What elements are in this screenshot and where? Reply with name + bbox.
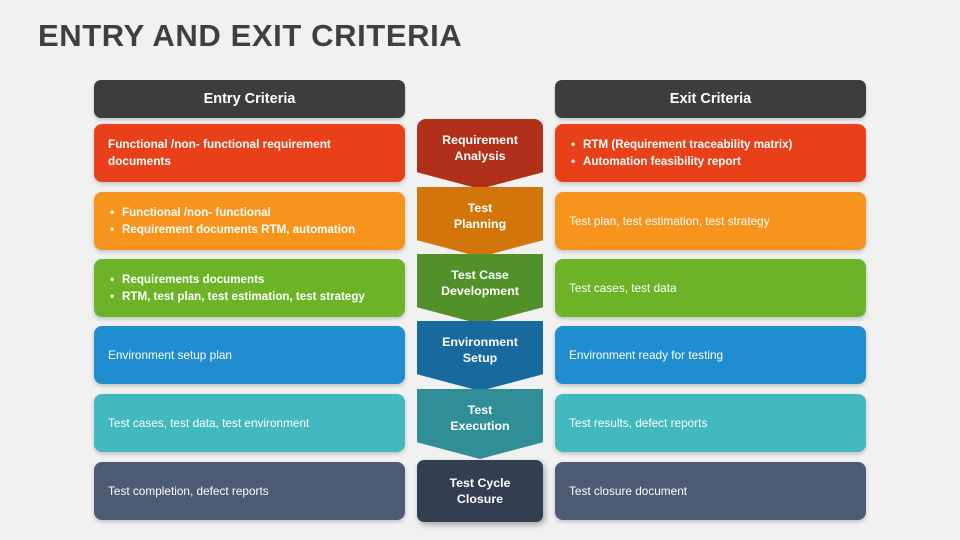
exit-criteria-card: Test closure document: [555, 462, 866, 520]
exit-criteria-line: Test closure document: [569, 483, 688, 498]
entry-criteria-line: Requirements documents: [108, 271, 391, 288]
page-title: ENTRY AND EXIT CRITERIA: [38, 18, 463, 53]
entry-criteria-card: Test cases, test data, test environment: [94, 394, 405, 452]
entry-criteria-line: documents: [108, 154, 171, 168]
exit-criteria-card: Test plan, test estimation, test strateg…: [555, 192, 866, 250]
stage-label-line: Requirement: [442, 133, 518, 147]
entry-criteria-line: Requirement documents RTM, automation: [108, 221, 391, 238]
entry-criteria-card: Test completion, defect reports: [94, 462, 405, 520]
stage-chevron: Test Case Development: [417, 254, 543, 324]
stage-label-line: Environment: [442, 335, 518, 349]
stage-chevron: Requirement Analysis: [417, 119, 543, 189]
exit-criteria-card: Test cases, test data: [555, 259, 866, 317]
exit-criteria-card: Test results, defect reports: [555, 394, 866, 452]
exit-criteria-line: Environment ready for testing: [569, 347, 724, 362]
stage-chevron: Test Execution: [417, 389, 543, 459]
stage-label-line: Test: [467, 201, 493, 215]
stage-label: Test Cycle Closure: [445, 475, 514, 507]
entry-criteria-line: Environment setup plan: [108, 347, 232, 362]
stage-label-line: Setup: [462, 351, 498, 365]
entry-criteria-card: Functional /non- functionalRequirement d…: [94, 192, 405, 250]
stage-label: Requirement Analysis: [438, 132, 522, 164]
exit-criteria-card: RTM (Requirement traceability matrix)Aut…: [555, 124, 866, 182]
exit-criteria-line: RTM (Requirement traceability matrix): [569, 136, 852, 153]
stage-label-line: Development: [441, 284, 519, 298]
entry-criteria-card: Environment setup plan: [94, 326, 405, 384]
exit-criteria-line: Test results, defect reports: [569, 415, 708, 430]
stage-label: Test Planning: [450, 200, 510, 232]
stage-label-line: Planning: [453, 217, 507, 231]
exit-criteria-line: Test plan, test estimation, test strateg…: [569, 213, 770, 228]
stage-label-line: Test Cycle: [449, 476, 511, 490]
entry-criteria-line: Test cases, test data, test environment: [108, 415, 310, 430]
stage-chevron: Test Planning: [417, 187, 543, 257]
column-header-exit-criteria: Exit Criteria: [555, 80, 866, 118]
exit-criteria-line: Test cases, test data: [569, 280, 677, 295]
exit-criteria-line: Automation feasibility report: [569, 153, 852, 170]
entry-criteria-card: Functional /non- functional requirement d…: [94, 124, 405, 182]
exit-criteria-card: Environment ready for testing: [555, 326, 866, 384]
stage-label-line: Test: [467, 403, 493, 417]
entry-criteria-card: Requirements documentsRTM, test plan, te…: [94, 259, 405, 317]
stage-label-line: Closure: [456, 492, 504, 506]
column-header-entry-criteria: Entry Criteria: [94, 80, 405, 118]
stage-label: Test Case Development: [437, 267, 523, 299]
stage-label-line: Test Case: [451, 268, 509, 282]
stage-chevron: Environment Setup: [417, 321, 543, 391]
stage-chevron: Test Cycle Closure: [417, 460, 543, 522]
entry-criteria-line: Functional /non- functional requirement: [108, 137, 331, 151]
entry-criteria-line: Test completion, defect reports: [108, 483, 269, 498]
slide-canvas: ENTRY AND EXIT CRITERIA Entry Criteria E…: [0, 0, 960, 540]
stage-label: Environment Setup: [438, 334, 522, 366]
stage-label-line: Analysis: [454, 149, 506, 163]
stage-label-line: Execution: [450, 419, 510, 433]
entry-criteria-line: Functional /non- functional: [108, 204, 391, 221]
stage-label: Test Execution: [446, 402, 513, 434]
entry-criteria-line: RTM, test plan, test estimation, test st…: [108, 288, 391, 305]
